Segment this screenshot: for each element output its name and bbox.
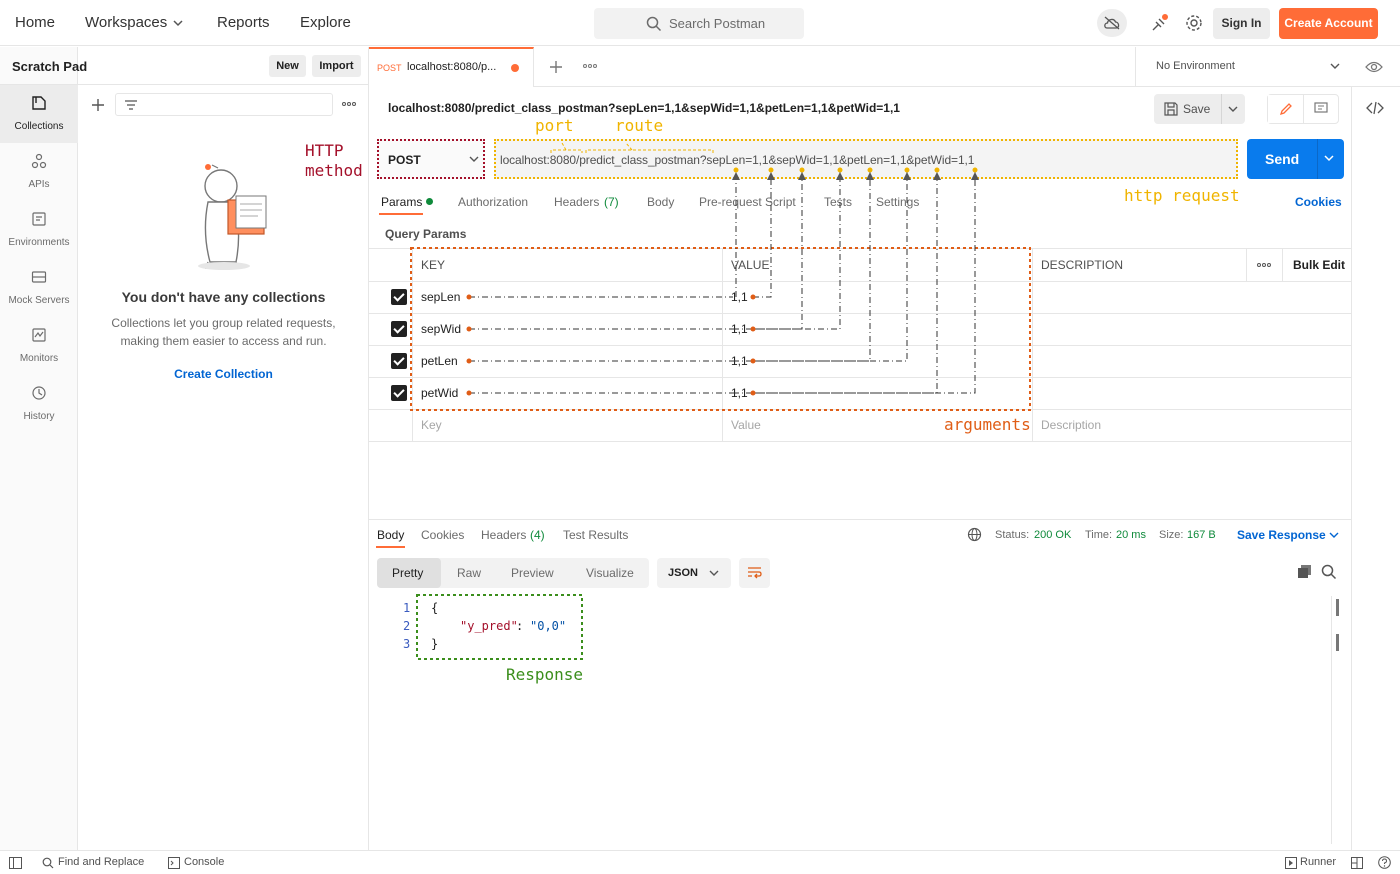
view-mode-switch: Pretty Raw Preview Visualize [377,558,649,588]
pretty-mode-button[interactable]: Pretty [377,558,441,588]
status-label: Status: [995,529,1030,541]
chevron-down-icon [1329,532,1339,538]
format-label: JSON [668,567,698,579]
console-icon [168,857,180,869]
search-icon[interactable] [1321,564,1337,580]
status-bar: Find and Replace Console Runner [0,850,1400,874]
time-value: 20 ms [1116,529,1146,541]
status-value: 200 OK [1034,529,1072,541]
code-brace-close: } [431,637,439,651]
wrap-icon [748,567,762,579]
format-select[interactable]: JSON [657,558,731,588]
globe-icon[interactable] [967,527,982,542]
copy-icon[interactable] [1297,564,1313,580]
pretty-label: Pretty [392,566,424,580]
preview-mode-button[interactable]: Preview [511,566,554,580]
line-number: 3 [403,637,411,651]
line-number: 1 [403,601,411,615]
code-key: "y_pred" [460,619,518,633]
raw-mode-button[interactable]: Raw [457,566,481,580]
help-icon[interactable] [1378,856,1391,869]
response-tab-test-results[interactable]: Test Results [563,528,628,542]
runner-button[interactable]: Runner [1300,856,1336,868]
response-tab-cookies[interactable]: Cookies [421,528,464,542]
search-icon [42,857,54,869]
size-value: 167 B [1187,529,1216,541]
scrollbar-marker[interactable] [1336,599,1339,616]
response-headers-count: (4) [530,528,545,542]
runner-icon [1285,857,1297,869]
code-value: "0,0" [530,619,567,633]
scrollbar-marker[interactable] [1336,634,1339,651]
save-response-button[interactable]: Save Response [1237,528,1326,542]
layout-icon[interactable] [1351,857,1363,869]
chevron-down-icon [709,570,719,576]
console-button[interactable]: Console [184,856,224,868]
code-brace-open: { [431,601,439,615]
annotation-overlay [410,142,1031,660]
response-tab-headers[interactable]: Headers [481,528,526,542]
response-tab-body[interactable]: Body [377,528,404,542]
active-tab-underline [376,546,405,548]
line-number: 2 [403,619,411,633]
time-label: Time: [1085,529,1113,541]
code-colon: : [516,619,531,633]
sidebar-toggle-icon[interactable] [9,857,22,869]
visualize-mode-button[interactable]: Visualize [586,566,634,580]
wrap-lines-button[interactable] [739,558,770,588]
response-divider [369,519,1351,520]
scrollbar-track[interactable] [1331,596,1332,844]
size-label: Size: [1159,529,1184,541]
find-and-replace-button[interactable]: Find and Replace [58,856,144,868]
